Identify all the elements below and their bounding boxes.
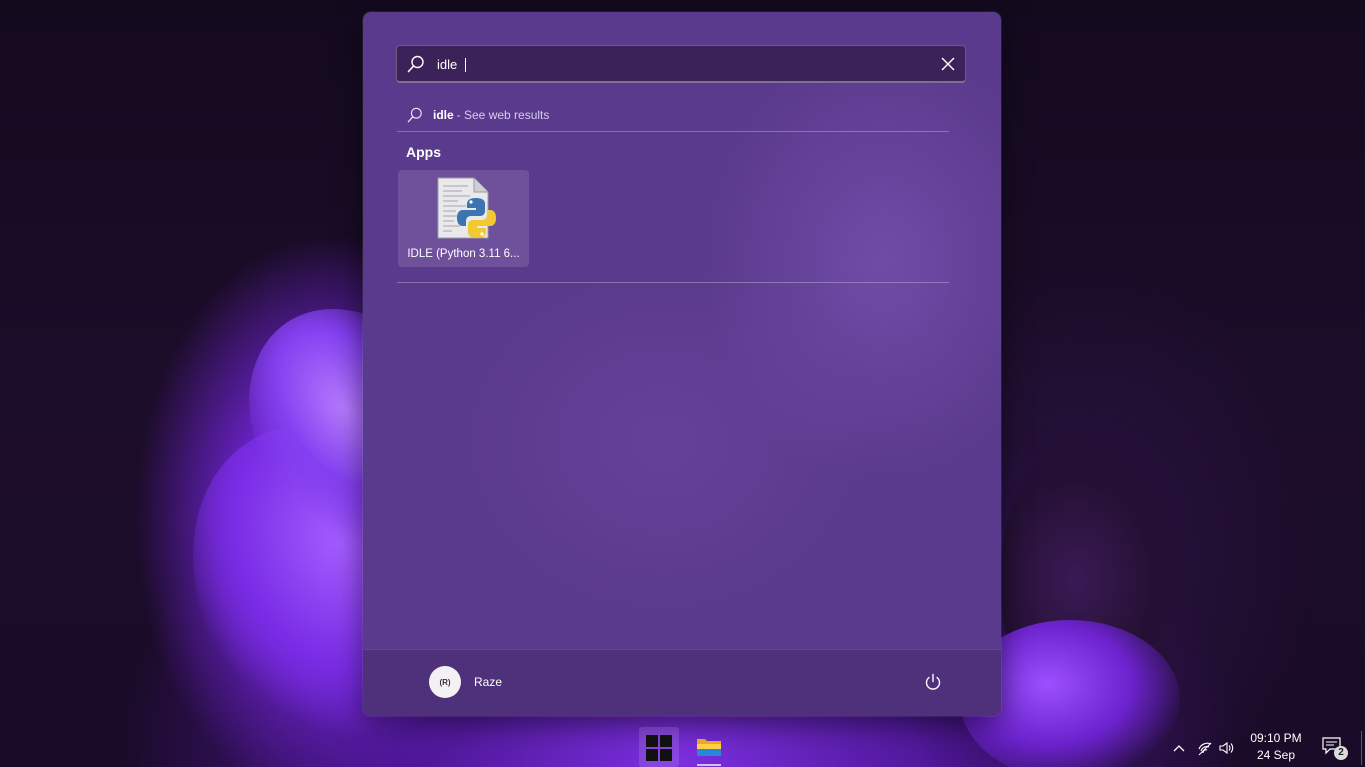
notification-center-button[interactable]: 2	[1322, 737, 1350, 761]
apps-heading: Apps	[406, 144, 441, 160]
close-icon[interactable]	[940, 56, 956, 72]
text-caret	[465, 58, 466, 72]
windows-logo-icon	[646, 735, 672, 761]
notification-badge: 2	[1334, 746, 1348, 760]
search-icon	[407, 55, 424, 73]
clock-date: 24 Sep 2023	[1256, 748, 1296, 767]
start-button[interactable]	[639, 727, 679, 767]
file-explorer-button[interactable]	[689, 727, 729, 767]
start-footer: (R) Raze	[363, 649, 1001, 716]
wallpaper-bloom	[1000, 430, 1190, 730]
web-result-query: idle	[433, 108, 454, 122]
clock-time: 09:10 PM	[1250, 731, 1302, 745]
power-icon[interactable]	[923, 672, 943, 692]
app-tile-idle[interactable]: IDLE (Python 3.11 6...	[398, 170, 529, 267]
user-name: Raze	[474, 675, 503, 689]
search-icon	[407, 107, 422, 123]
user-account-button[interactable]: (R) Raze	[429, 666, 502, 698]
search-input[interactable]	[437, 52, 917, 76]
divider	[397, 131, 949, 132]
clock[interactable]: 09:10 PM 24 Sep 2023	[1242, 730, 1310, 767]
avatar: (R)	[429, 666, 461, 698]
network-button[interactable]	[1197, 731, 1215, 765]
app-label: IDLE (Python 3.11 6...	[407, 248, 520, 260]
web-search-result[interactable]: idle - See web results	[407, 104, 549, 126]
chevron-up-icon	[1173, 745, 1185, 752]
python-idle-icon	[437, 177, 496, 239]
show-hidden-icons-button[interactable]	[1171, 731, 1189, 765]
start-menu: idle - See web results Apps IDLE (Python…	[363, 12, 1001, 716]
divider	[397, 282, 949, 283]
search-box[interactable]	[396, 45, 966, 83]
volume-button[interactable]	[1218, 731, 1238, 765]
volume-icon	[1219, 741, 1234, 755]
show-desktop-button[interactable]	[1361, 731, 1362, 765]
web-result-hint: - See web results	[456, 108, 550, 122]
file-explorer-icon	[697, 739, 721, 756]
running-indicator	[697, 764, 721, 766]
network-icon	[1198, 742, 1212, 756]
